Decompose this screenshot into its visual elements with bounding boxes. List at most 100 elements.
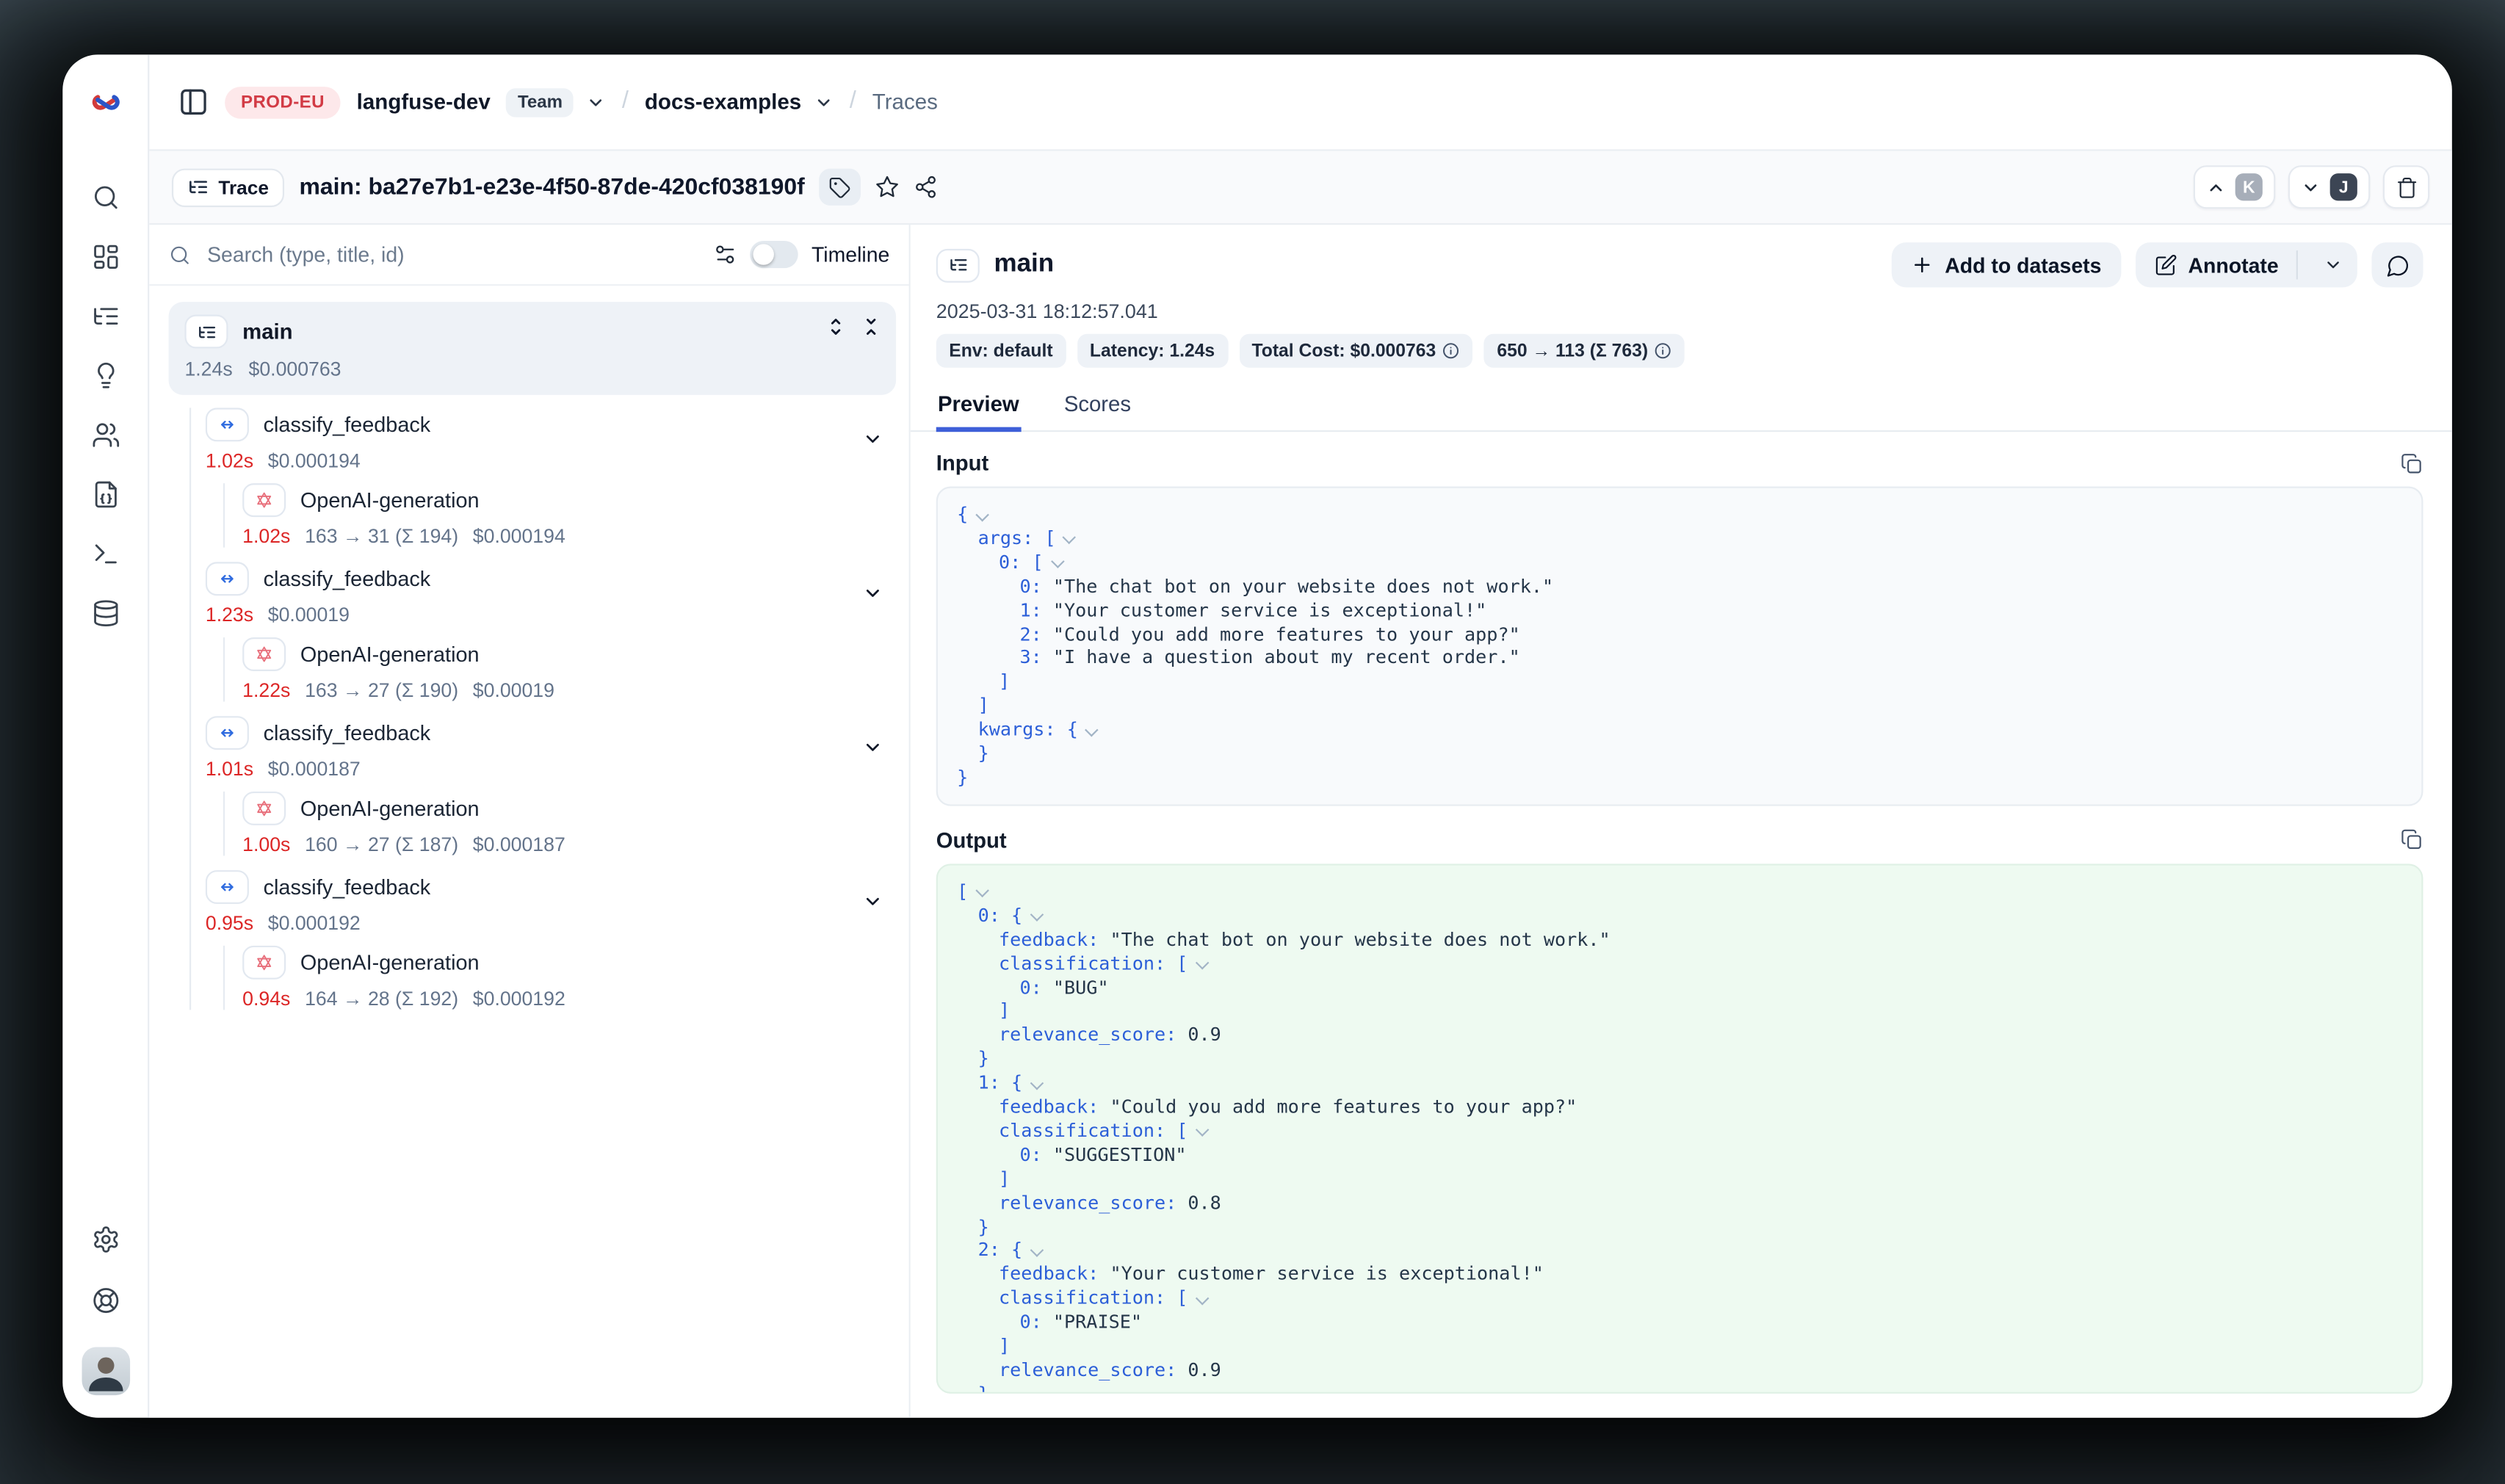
tree-item-generation[interactable]: OpenAI-generation1.00s160 → 27 (Σ 187)$0… <box>242 792 896 855</box>
timeline-toggle[interactable] <box>751 241 799 268</box>
json-key: relevance_score: <box>999 1191 1188 1214</box>
collapse-chevron-icon[interactable] <box>862 737 883 758</box>
next-trace-button[interactable]: J <box>2288 165 2371 209</box>
datasets-icon[interactable] <box>83 474 128 515</box>
star-icon[interactable] <box>875 175 900 199</box>
collapse-caret-icon[interactable] <box>1030 1243 1043 1256</box>
tag-icon[interactable] <box>819 169 861 206</box>
tree-children: classify_feedback1.02s$0.000194 OpenAI-ge… <box>189 408 896 1010</box>
json-bracket: [ <box>957 880 968 902</box>
json-bracket: [ <box>1044 526 1055 549</box>
json-key: 0: <box>978 904 1011 927</box>
input-section-label: Input <box>936 451 989 475</box>
cost-value: $0.000192 <box>473 988 565 1010</box>
json-line: 0: "SUGGESTION" <box>957 1143 2402 1167</box>
collapse-all-icon[interactable] <box>861 316 881 337</box>
tree-item-name: OpenAI-generation <box>300 950 480 974</box>
json-key: 0: <box>1019 1143 1052 1165</box>
tree-item-metrics: 1.02s163 → 31 (Σ 194)$0.000194 <box>242 525 854 548</box>
copy-output-icon[interactable] <box>2401 829 2423 852</box>
users-icon[interactable] <box>83 414 128 456</box>
json-key: 0: <box>1019 1311 1052 1333</box>
openai-generation-icon <box>242 637 286 671</box>
json-string: "I have a question about my recent order… <box>1053 646 1520 669</box>
collapse-caret-icon[interactable] <box>976 507 988 520</box>
annotate-button[interactable]: Annotate <box>2135 242 2357 287</box>
project-chevron-down-icon[interactable] <box>814 93 834 112</box>
breadcrumb-page[interactable]: Traces <box>872 90 938 114</box>
user-avatar[interactable] <box>81 1347 129 1396</box>
expand-all-icon[interactable] <box>825 316 846 337</box>
info-icon[interactable] <box>1655 342 1672 360</box>
project-name[interactable]: docs-examples <box>645 90 801 114</box>
add-to-datasets-button[interactable]: Add to datasets <box>1892 242 2121 287</box>
panel-toggle-icon[interactable] <box>178 87 209 117</box>
org-type-badge[interactable]: Team <box>507 87 574 116</box>
cost-value: $0.000194 <box>473 525 565 548</box>
settings-gear-icon[interactable] <box>83 1219 128 1261</box>
trace-timestamp: 2025-03-31 18:12:57.041 <box>936 300 2423 323</box>
meta-badge-label: Total Cost: $0.000763 <box>1251 341 1436 361</box>
annotate-chevron-down-icon[interactable] <box>2309 242 2357 287</box>
tree-item-span[interactable]: classify_feedback0.95s$0.000192 <box>206 870 896 934</box>
tree-item-metrics: 0.94s164 → 28 (Σ 192)$0.000192 <box>242 988 854 1010</box>
json-line: 0: "The chat bot on your website does no… <box>957 574 2402 598</box>
share-icon[interactable] <box>914 175 938 199</box>
collapse-chevron-icon[interactable] <box>862 583 883 604</box>
observation-tree: main 1.24s $0.000763 classify_feed <box>149 286 908 1418</box>
prompts-icon[interactable] <box>83 355 128 397</box>
dashboard-icon[interactable] <box>83 236 128 278</box>
tree-item-generation[interactable]: OpenAI-generation 0.94s164 → 28 (Σ 192)$0… <box>242 946 896 1010</box>
tree-search-input[interactable] <box>204 241 701 268</box>
collapse-chevron-icon[interactable] <box>862 891 883 912</box>
copy-input-icon[interactable] <box>2401 452 2423 475</box>
tab-preview[interactable]: Preview <box>936 384 1021 432</box>
collapse-caret-icon[interactable] <box>1030 908 1043 921</box>
models-icon[interactable] <box>83 593 128 634</box>
prev-trace-button[interactable]: K <box>2194 165 2276 209</box>
json-bracket: ] <box>999 670 1010 693</box>
info-icon[interactable] <box>1442 342 1460 360</box>
json-bracket: [ <box>1176 1286 1188 1309</box>
comments-button[interactable] <box>2372 242 2423 287</box>
tab-scores[interactable]: Scores <box>1063 384 1133 430</box>
playground-icon[interactable] <box>83 533 128 575</box>
tree-item-generation[interactable]: OpenAI-generation1.02s163 → 31 (Σ 194)$0… <box>242 483 896 547</box>
org-name[interactable]: langfuse-dev <box>357 90 491 114</box>
json-number: 0.9 <box>1188 1024 1221 1046</box>
tree-item-span[interactable]: classify_feedback1.23s$0.00019 <box>206 562 896 626</box>
icon-sidebar <box>62 54 149 1417</box>
trace-detail-panel: main Add to datasets Annotate <box>911 225 2452 1418</box>
collapse-caret-icon[interactable] <box>1051 555 1063 568</box>
collapse-caret-icon[interactable] <box>1196 956 1208 969</box>
json-line: 0: "BUG" <box>957 975 2402 999</box>
delete-trace-button[interactable] <box>2383 165 2429 209</box>
collapse-caret-icon[interactable] <box>1196 1291 1208 1303</box>
detail-tabs: Preview Scores <box>911 384 2452 432</box>
collapse-caret-icon[interactable] <box>976 884 988 897</box>
json-string: "Could you add more features to your app… <box>1110 1095 1577 1118</box>
json-bracket: } <box>978 1215 989 1237</box>
collapse-caret-icon[interactable] <box>1063 531 1076 543</box>
langfuse-logo[interactable] <box>62 54 148 151</box>
tree-item-span[interactable]: classify_feedback1.02s$0.000194 <box>206 408 896 471</box>
tree-item-root[interactable]: main 1.24s $0.000763 <box>169 302 897 395</box>
collapse-caret-icon[interactable] <box>1196 1123 1208 1136</box>
tree-item-span[interactable]: classify_feedback1.01s$0.000187 <box>206 716 896 780</box>
json-line: 2: { <box>957 1239 2402 1263</box>
tracing-icon[interactable] <box>83 295 128 337</box>
plus-icon <box>1911 253 1934 276</box>
input-json-viewer: {args: [0: [0: "The chat bot on your web… <box>936 487 2423 806</box>
org-chevron-down-icon[interactable] <box>587 93 606 112</box>
collapse-caret-icon[interactable] <box>1030 1076 1043 1088</box>
openai-generation-icon <box>242 483 286 517</box>
collapse-chevron-icon[interactable] <box>862 429 883 449</box>
collapse-caret-icon[interactable] <box>1086 723 1099 735</box>
filter-sliders-icon[interactable] <box>714 242 738 267</box>
search-icon[interactable] <box>83 177 128 219</box>
json-bracket: } <box>978 1047 989 1070</box>
button-divider <box>2296 250 2298 279</box>
tree-item-row: classify_feedback <box>206 408 854 441</box>
support-lifebuoy-icon[interactable] <box>83 1280 128 1322</box>
tree-item-generation[interactable]: OpenAI-generation1.22s163 → 27 (Σ 190)$0… <box>242 637 896 701</box>
